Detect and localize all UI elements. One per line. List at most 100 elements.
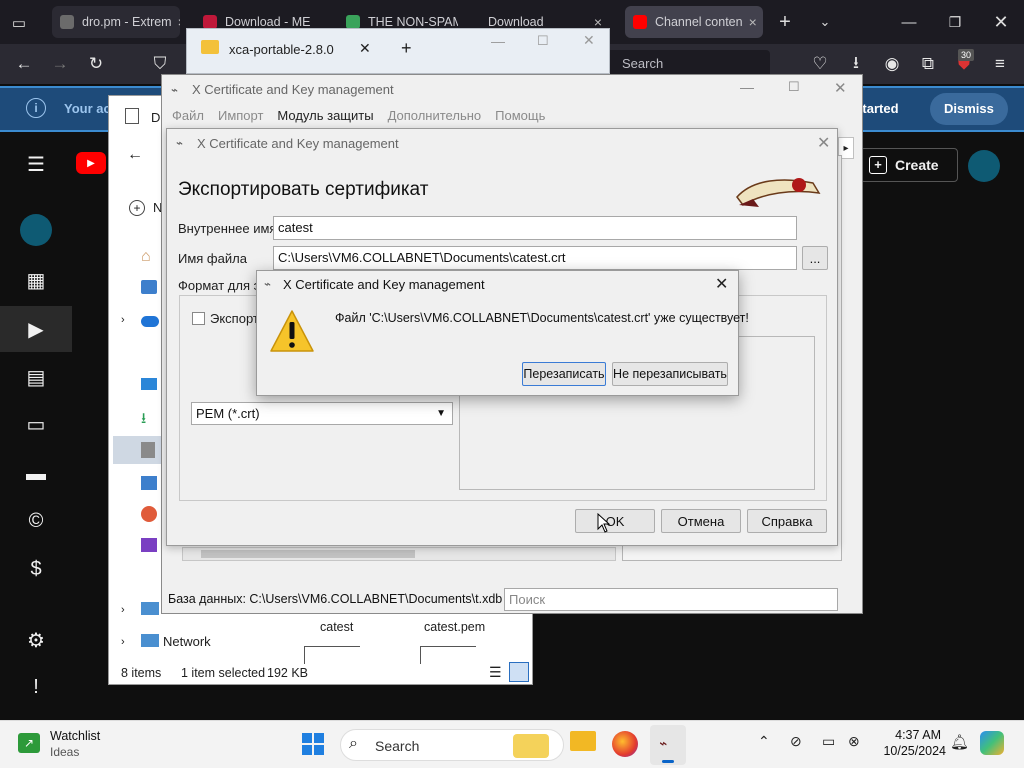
restore-icon[interactable]: ❐ [942, 9, 968, 35]
cancel-button[interactable]: Отмена [661, 509, 741, 533]
close-window-icon[interactable]: ✕ [988, 9, 1014, 35]
file-explorer-taskbar-icon[interactable] [570, 731, 596, 751]
hamburger-menu-icon[interactable]: ☰ [16, 144, 56, 184]
extensions-icon[interactable]: ⧉ [914, 50, 942, 78]
documents-icon[interactable] [141, 442, 155, 458]
network-label[interactable]: Network [163, 634, 211, 649]
close-tab-icon[interactable]: ✕ [359, 40, 371, 57]
maximize-icon[interactable]: ☐ [537, 33, 549, 49]
back-icon[interactable]: ← [127, 146, 143, 164]
new-tab-icon[interactable]: + [401, 38, 412, 59]
browser-tab[interactable]: dro.pm - Extrem × [52, 6, 180, 38]
account-icon[interactable]: ◉ [878, 50, 906, 78]
account-avatar[interactable] [968, 150, 1000, 182]
menu-extra[interactable]: Дополнительно [388, 108, 482, 123]
close-tab-icon[interactable]: × [172, 14, 180, 30]
chevron-right-icon[interactable]: › [121, 604, 125, 616]
overwrite-button[interactable]: Перезаписать [522, 362, 606, 386]
reload-icon[interactable]: ↻ [82, 50, 110, 78]
videos-icon[interactable] [141, 538, 157, 552]
details-view-icon[interactable]: ☰ [489, 664, 502, 681]
file-name[interactable]: catest [320, 620, 353, 634]
tab-overview-icon[interactable]: ▭ [6, 10, 32, 36]
network-icon[interactable] [141, 634, 159, 647]
minimize-icon[interactable]: — [740, 79, 754, 95]
taskbar-search-box[interactable]: ⌕ Search [340, 729, 564, 761]
home-icon[interactable]: ⌂ [141, 248, 159, 265]
feedback-icon[interactable]: ! [16, 667, 56, 707]
analytics-icon[interactable]: ▤ [16, 357, 56, 397]
music-icon[interactable] [141, 506, 157, 522]
close-dialog-icon[interactable]: ✕ [817, 133, 830, 153]
explorer-tab-title[interactable]: xca-portable-2.8.0 [229, 42, 334, 57]
subtitles-icon[interactable]: ▬ [16, 454, 56, 494]
dismiss-button[interactable]: Dismiss [930, 93, 1008, 125]
new-icon[interactable]: + [129, 200, 145, 216]
filename-field[interactable]: C:\Users\VM6.COLLABNET\Documents\catest.… [273, 246, 797, 270]
browse-button[interactable]: ... [802, 246, 828, 270]
dashboard-icon[interactable]: ▦ [16, 260, 56, 300]
new-tab-icon[interactable]: + [772, 9, 798, 35]
internal-name-field[interactable]: catest [273, 216, 797, 240]
pictures-icon[interactable] [141, 476, 157, 490]
avatar[interactable] [20, 214, 52, 246]
minimize-icon[interactable]: — [896, 9, 922, 35]
back-icon[interactable]: ← [10, 50, 38, 78]
widget-title[interactable]: Watchlist [50, 729, 100, 743]
earn-icon[interactable]: $ [16, 549, 56, 589]
xca-taskbar-item[interactable]: ⌁ [650, 725, 686, 765]
minimize-icon[interactable]: — [491, 33, 505, 49]
create-button[interactable]: + Create [860, 148, 958, 182]
status-selected: 1 item selected [181, 666, 266, 680]
copyright-icon[interactable]: © [16, 501, 56, 541]
do-not-overwrite-button[interactable]: Не перезаписывать [612, 362, 728, 386]
chevron-right-icon[interactable]: › [121, 636, 125, 648]
close-window-icon[interactable]: ✕ [834, 79, 847, 97]
pem-file-icon[interactable] [420, 646, 476, 664]
stocks-widget-icon[interactable]: ↗ [18, 733, 40, 753]
browser-tab-active[interactable]: Channel conten × [625, 6, 763, 38]
file-name[interactable]: catest.pem [424, 620, 485, 634]
clock-date[interactable]: 10/25/2024 [876, 744, 946, 758]
onedrive-icon[interactable] [141, 316, 159, 327]
comments-icon[interactable]: ▭ [16, 404, 56, 444]
downloads-icon[interactable]: ⭳ [141, 408, 146, 433]
content-icon[interactable]: ▶ [16, 309, 56, 349]
menu-token[interactable]: Модуль защиты [277, 108, 373, 123]
gallery-icon[interactable] [141, 280, 157, 294]
close-window-icon[interactable]: ✕ [583, 32, 595, 49]
scrollbar-thumb[interactable] [201, 550, 415, 558]
display-tray-icon[interactable]: ▭ [822, 733, 835, 750]
close-tab-icon[interactable]: × [743, 14, 757, 30]
certificate-file-icon[interactable] [304, 646, 360, 664]
chevron-down-icon[interactable]: ⌄ [812, 9, 838, 35]
menu-help[interactable]: Помощь [495, 108, 545, 123]
desktop-icon[interactable] [141, 378, 157, 390]
maximize-icon[interactable]: ☐ [788, 79, 800, 95]
notification-bell-icon[interactable]: 🔔︎ [950, 733, 969, 751]
help-button[interactable]: Справка [747, 509, 827, 533]
clock-time[interactable]: 4:37 AM [876, 728, 941, 742]
start-icon[interactable] [302, 733, 324, 755]
menu-file[interactable]: Файл [172, 108, 204, 123]
settings-icon[interactable]: ⚙ [16, 620, 56, 660]
close-dialog-icon[interactable]: ✕ [715, 274, 728, 294]
search-input[interactable]: Поиск [504, 588, 838, 611]
forward-icon[interactable]: → [46, 50, 74, 78]
chevron-right-icon[interactable]: › [121, 314, 125, 326]
network-tray-icon[interactable]: ⊘ [790, 733, 802, 750]
youtube-logo-icon[interactable]: ▶ [76, 152, 106, 174]
tiles-view-icon[interactable] [509, 662, 529, 682]
export-checkbox[interactable] [192, 312, 205, 325]
horizontal-scrollbar[interactable] [182, 547, 616, 561]
explorer-tab-label[interactable]: D [151, 110, 160, 125]
ok-button[interactable]: OK [575, 509, 655, 533]
firefox-taskbar-icon[interactable] [612, 731, 638, 757]
copilot-icon[interactable] [980, 731, 1004, 755]
format-select[interactable]: PEM (*.crt) ▼ [191, 402, 453, 425]
menu-icon[interactable]: ≡ [986, 50, 1014, 78]
menu-import[interactable]: Импорт [218, 108, 263, 123]
volume-muted-icon[interactable]: ⊗ [848, 733, 860, 750]
chevron-up-icon[interactable]: ⌃ [758, 733, 770, 750]
this-pc-icon[interactable] [141, 602, 159, 615]
